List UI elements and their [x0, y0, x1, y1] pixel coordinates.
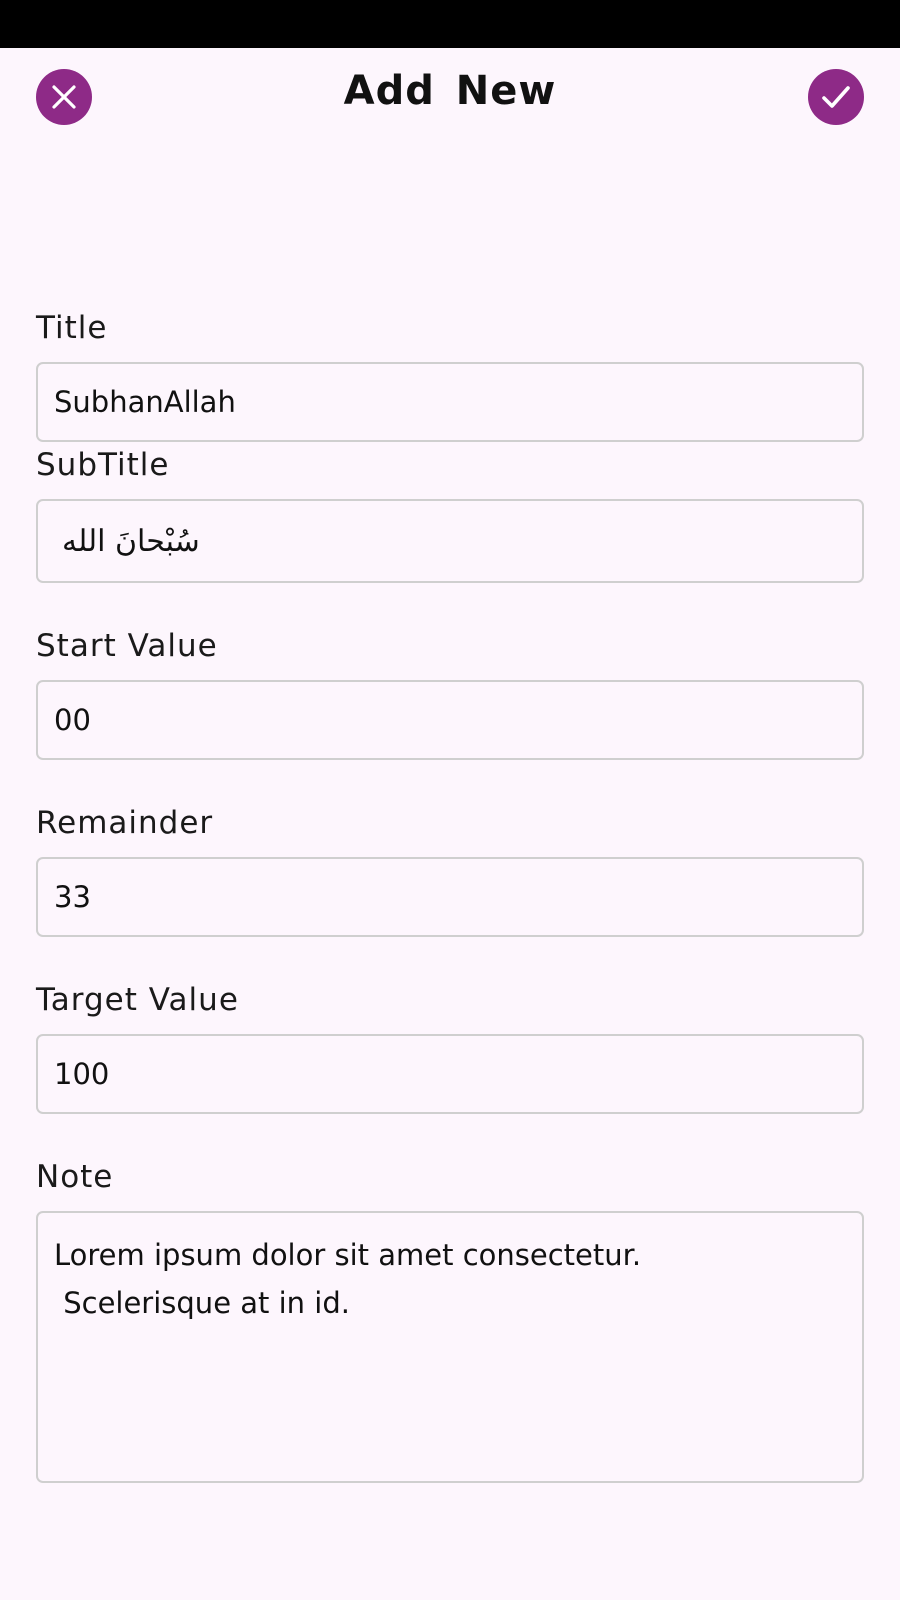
start-value-field: Start Value 00 [36, 628, 864, 760]
remainder-input[interactable]: 33 [36, 857, 864, 937]
remainder-field: Remainder 33 [36, 805, 864, 937]
note-field: Note Lorem ipsum dolor sit amet consecte… [36, 1159, 864, 1483]
note-label: Note [36, 1159, 114, 1195]
title-label: Title [36, 310, 108, 346]
start-value-label: Start Value [36, 628, 218, 664]
subtitle-field: SubTitle سُبْحانَ الله [36, 447, 864, 583]
title-input[interactable]: SubhanAllah [36, 362, 864, 442]
target-value-label: Target Value [36, 982, 239, 1018]
confirm-button[interactable] [808, 69, 864, 125]
title-field: Title SubhanAllah [36, 310, 864, 442]
check-icon [822, 86, 850, 108]
page-title: Add New [343, 68, 557, 114]
target-value-field: Target Value 100 [36, 982, 864, 1114]
start-value-input[interactable]: 00 [36, 680, 864, 760]
remainder-label: Remainder [36, 805, 214, 841]
note-input[interactable]: Lorem ipsum dolor sit amet consectetur. … [36, 1211, 864, 1483]
status-bar [0, 0, 900, 48]
subtitle-label: SubTitle [36, 447, 170, 483]
subtitle-input[interactable]: سُبْحانَ الله [36, 499, 864, 583]
target-value-input[interactable]: 100 [36, 1034, 864, 1114]
